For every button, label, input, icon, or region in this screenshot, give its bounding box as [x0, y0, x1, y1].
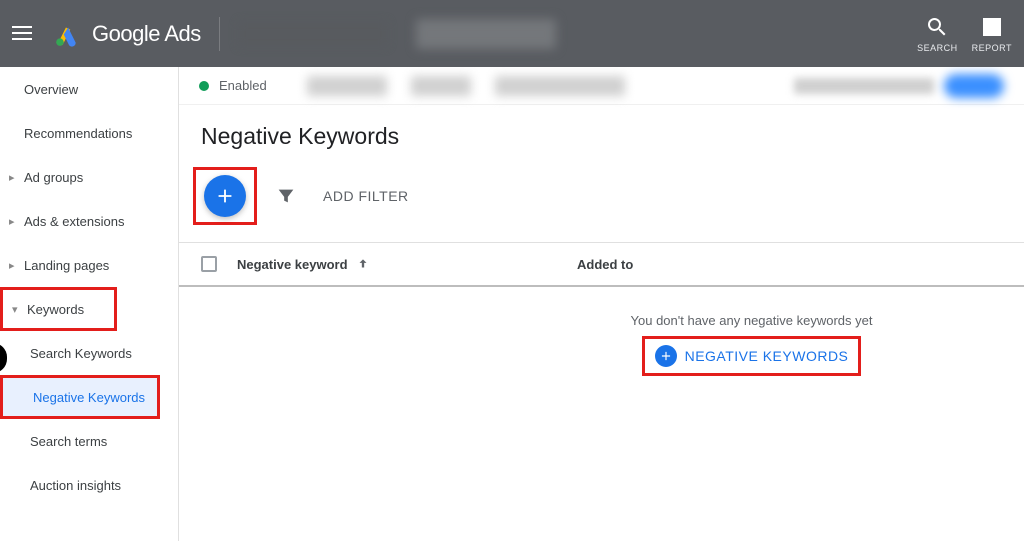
page-title: Negative Keywords: [201, 123, 1002, 150]
sidebar-item-label: Overview: [24, 82, 78, 97]
header-divider: [219, 17, 220, 51]
chevron-right-icon: ▸: [9, 259, 15, 272]
sidebar-item-label: Landing pages: [24, 258, 109, 273]
sidebar-item-search-keywords[interactable]: Search Keywords: [0, 331, 178, 375]
plus-circle-icon: [655, 345, 677, 367]
sidebar-item-label: Negative Keywords: [33, 390, 145, 405]
sidebar-item-label: Search Keywords: [30, 346, 132, 361]
redacted-account-id: [416, 19, 556, 49]
sort-ascending-icon: [356, 257, 370, 271]
reports-icon: [980, 15, 1004, 39]
sidebar-item-auction-insights[interactable]: Auction insights: [0, 463, 178, 507]
reports-label: REPORT: [972, 43, 1012, 53]
select-all-checkbox[interactable]: [201, 256, 217, 272]
status-dot-icon: [199, 81, 209, 91]
redacted-date-range: [794, 78, 934, 94]
ads-logo-icon: [54, 21, 80, 47]
sidebar-item-label: Ads & extensions: [24, 214, 124, 229]
redacted-stat: [307, 76, 387, 96]
sidebar-item-recommendations[interactable]: Recommendations: [0, 111, 178, 155]
sidebar-item-label: Ad groups: [24, 170, 83, 185]
sidebar-item-label: Keywords: [27, 302, 84, 317]
column-label: Added to: [577, 257, 633, 272]
main-content: Enabled Negative Keywords ADD FILTER: [179, 67, 1024, 541]
empty-state-text: You don't have any negative keywords yet: [631, 313, 873, 328]
search-label: SEARCH: [917, 43, 958, 53]
filter-icon[interactable]: [275, 185, 297, 207]
add-filter-button[interactable]: ADD FILTER: [323, 188, 409, 204]
column-label: Negative keyword: [237, 257, 348, 272]
reports-button[interactable]: REPORT: [972, 15, 1012, 53]
column-negative-keyword[interactable]: Negative keyword: [237, 257, 577, 272]
sidebar-item-overview[interactable]: Overview: [0, 67, 178, 111]
chevron-right-icon: ▸: [9, 215, 15, 228]
status-bar: Enabled: [179, 67, 1024, 105]
sidebar-item-label: Search terms: [30, 434, 107, 449]
cta-label: NEGATIVE KEYWORDS: [685, 348, 849, 364]
toolbar: ADD FILTER: [179, 150, 1024, 243]
redacted-pill-button[interactable]: [944, 74, 1004, 98]
add-negative-keywords-button[interactable]: NEGATIVE KEYWORDS: [655, 345, 849, 367]
add-button[interactable]: [204, 175, 246, 217]
chevron-right-icon: ▸: [9, 171, 15, 184]
redacted-stat: [495, 76, 625, 96]
redacted-stat: [411, 76, 471, 96]
sidebar-item-label: Auction insights: [30, 478, 121, 493]
sidebar-item-ad-groups[interactable]: ▸ Ad groups: [0, 155, 178, 199]
product-name: Google Ads: [92, 21, 201, 47]
status-label: Enabled: [219, 78, 267, 93]
sidebar-item-search-terms[interactable]: Search terms: [0, 419, 178, 463]
sidebar-item-keywords[interactable]: ▾ Keywords: [0, 287, 117, 331]
product-logo[interactable]: Google Ads: [54, 21, 201, 47]
sidebar-item-negative-keywords[interactable]: Negative Keywords: [0, 375, 160, 419]
highlight-box-add: [193, 167, 257, 225]
table-header: Negative keyword Added to: [179, 243, 1024, 287]
search-button[interactable]: SEARCH: [917, 15, 958, 53]
column-added-to[interactable]: Added to: [577, 257, 633, 272]
sidebar-item-landing-pages[interactable]: ▸ Landing pages: [0, 243, 178, 287]
empty-state: You don't have any negative keywords yet…: [479, 313, 1024, 376]
chevron-down-icon: ▾: [12, 303, 18, 316]
redacted-account-text: [238, 21, 388, 47]
menu-icon[interactable]: [12, 22, 36, 46]
sidebar-item-ads-extensions[interactable]: ▸ Ads & extensions: [0, 199, 178, 243]
plus-icon: [214, 185, 236, 207]
sidebar-item-label: Recommendations: [24, 126, 132, 141]
highlight-box-cta: NEGATIVE KEYWORDS: [642, 336, 862, 376]
search-icon: [925, 15, 949, 39]
app-header: Google Ads SEARCH REPORT: [0, 0, 1024, 67]
sidebar-nav: Overview Recommendations ▸ Ad groups ▸ Ads…: [0, 67, 179, 541]
